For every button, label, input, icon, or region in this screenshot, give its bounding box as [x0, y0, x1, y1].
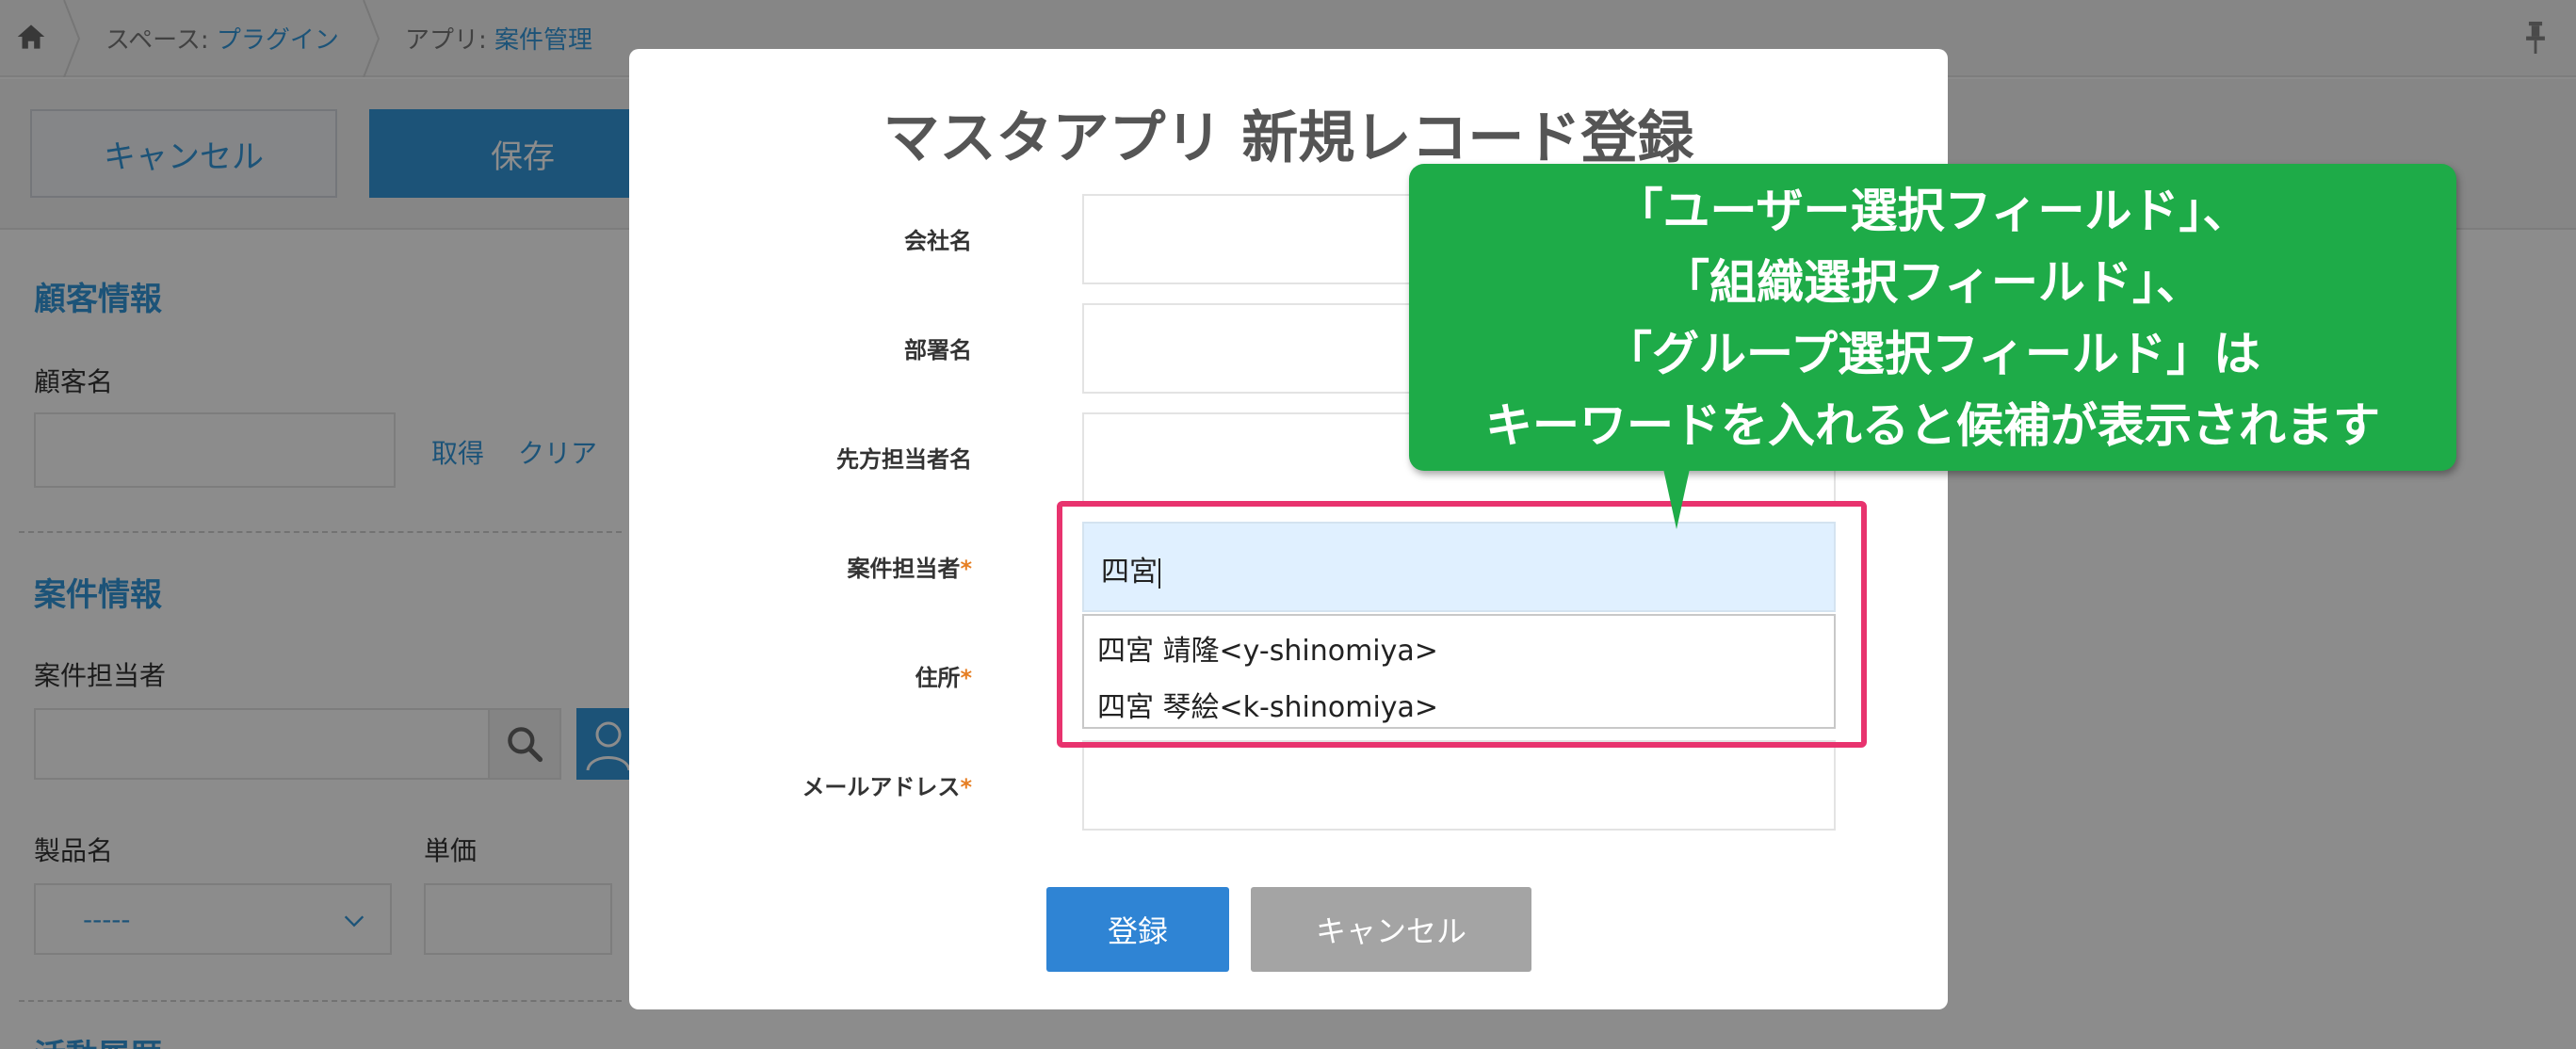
highlight-frame: [1057, 501, 1867, 748]
callout-line: キーワードを入れると候補が表示されます: [1485, 398, 2380, 453]
register-button[interactable]: 登録: [1046, 887, 1229, 972]
callout-line: 「ユーザー選択フィールド」、: [1615, 184, 2250, 238]
field-label-assignee: 案件担当者*: [847, 556, 972, 582]
dialog-cancel-button[interactable]: キャンセル: [1251, 887, 1531, 972]
callout-line: 「グループ選択フィールド」は: [1605, 327, 2260, 381]
callout-pointer: [1663, 469, 1690, 529]
field-label-address: 住所*: [915, 665, 972, 691]
email-input[interactable]: [1082, 740, 1836, 831]
field-label-company: 会社名: [904, 228, 972, 254]
field-label-email: メールアドレス*: [802, 774, 972, 800]
field-label-contact: 先方担当者名: [836, 446, 972, 473]
field-label-department: 部署名: [904, 337, 972, 363]
dialog-title: マスタアプリ 新規レコード登録: [883, 105, 1694, 171]
callout-line: 「組織選択フィールド」、: [1662, 255, 2203, 310]
callout-bubble: 「ユーザー選択フィールド」、 「組織選択フィールド」、 「グループ選択フィールド…: [1409, 164, 2456, 471]
